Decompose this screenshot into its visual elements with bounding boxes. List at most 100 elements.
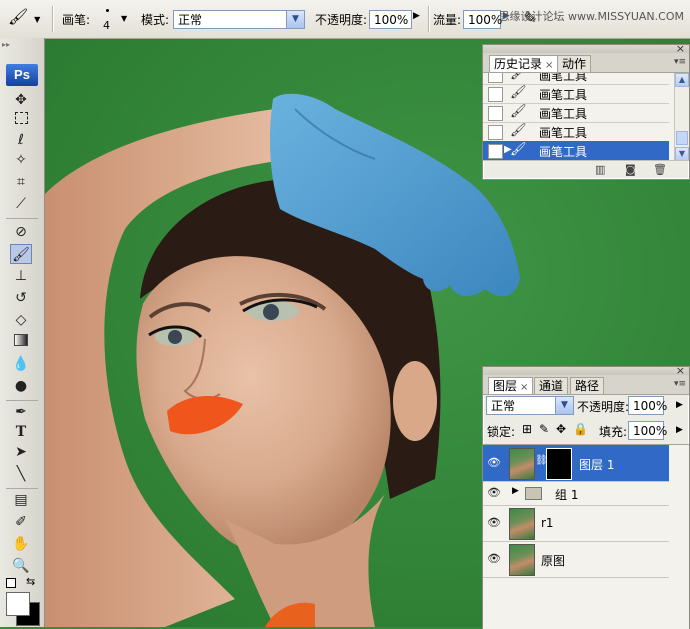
eye-icon[interactable]: 👁 (486, 485, 502, 501)
brush-tool-icon[interactable]: 🖌 (10, 244, 32, 264)
history-source-checkbox[interactable] (488, 73, 503, 83)
lock-transparent-icon[interactable]: ⊞ (522, 422, 532, 436)
separator (428, 6, 430, 32)
history-item[interactable]: 🖌 画笔工具 (483, 84, 669, 104)
layer-opacity-input[interactable]: 100% (628, 396, 667, 415)
history-source-checkbox[interactable] (488, 144, 503, 159)
brush-size-picker[interactable]: 4 ▼ (97, 6, 131, 34)
layer-name: 图层 1 (579, 458, 615, 472)
history-panel: × 历史记录 × 动作 ▾≡ 🖌 画笔工具 🖌 画笔工具 🖌 画笔工具 🖌 画笔… (482, 42, 690, 180)
layer-row-selected[interactable]: 👁 ⛓ 图层 1 (483, 445, 669, 482)
blur-tool-icon[interactable]: 💧 (10, 354, 32, 374)
eye-icon[interactable]: 👁 (486, 515, 502, 531)
foreground-color-swatch[interactable] (6, 592, 30, 616)
lock-image-icon[interactable]: ✎ (539, 422, 549, 436)
new-document-from-state-icon[interactable]: ▥ (595, 163, 605, 176)
history-source-checkbox[interactable] (488, 87, 503, 102)
tab-history[interactable]: 历史记录 × (489, 55, 559, 72)
tab-channels[interactable]: 通道 (534, 377, 569, 394)
fill-input[interactable]: 100% (628, 421, 667, 440)
tab-label: 动作 (562, 57, 587, 71)
panel-titlebar[interactable]: × (483, 42, 689, 55)
new-snapshot-icon[interactable]: ◙ (625, 163, 636, 176)
blend-mode-select[interactable]: 正常 ▼ (486, 396, 574, 415)
flow-label: 流量: (433, 13, 462, 27)
layer-row[interactable]: 👁 原图 (483, 541, 669, 578)
separator (6, 218, 38, 219)
history-item-selected[interactable]: ▶ 🖌 画笔工具 (483, 141, 669, 161)
close-icon[interactable]: × (520, 382, 528, 393)
tab-label: 路径 (575, 379, 600, 393)
eye-icon[interactable]: 👁 (486, 551, 502, 567)
notes-tool-icon[interactable]: ▤ (10, 490, 32, 510)
dodge-tool-icon[interactable]: ● (10, 376, 32, 396)
opacity-arrow-button[interactable]: ▶ (413, 11, 420, 21)
panel-menu-icon[interactable]: ▾≡ (674, 379, 686, 389)
lock-label: 锁定: (487, 425, 516, 439)
layer-row[interactable]: 👁 r1 (483, 505, 669, 542)
path-selection-tool-icon[interactable]: ➤ (10, 442, 32, 462)
crop-tool-icon[interactable]: ⌗ (10, 172, 32, 192)
history-item-label: 画笔工具 (539, 126, 588, 140)
type-tool-icon[interactable]: T (10, 422, 32, 442)
flow-input[interactable]: 100% (463, 10, 502, 29)
trash-icon[interactable]: 🗑 (653, 163, 667, 176)
panel-titlebar[interactable]: × (483, 364, 689, 377)
fill-arrow-button[interactable]: ▶ (676, 425, 683, 435)
lock-all-icon[interactable]: 🔒 (573, 422, 588, 436)
opacity-label: 不透明度: (315, 13, 368, 27)
marquee-tool-icon[interactable] (10, 110, 32, 130)
brush-tip-dot (106, 9, 109, 12)
layer-group-row[interactable]: 👁 ▶ 组 1 (483, 481, 669, 506)
eye-icon[interactable]: 👁 (486, 455, 502, 471)
history-source-checkbox[interactable] (488, 106, 503, 121)
ps-logo[interactable]: Ps (6, 64, 38, 86)
separator (6, 488, 38, 489)
opacity-input[interactable]: 100% (369, 10, 412, 29)
opacity-value: 100% (374, 13, 409, 27)
brush-preset-picker[interactable]: 🖌 ▼ (8, 8, 48, 30)
lasso-tool-icon[interactable]: ℓ (10, 130, 32, 150)
tab-paths[interactable]: 路径 (570, 377, 605, 394)
scroll-up-icon[interactable]: ▲ (675, 73, 689, 87)
layer-name: 组 1 (555, 488, 579, 502)
history-scrollbar[interactable]: ▲ ▼ (674, 73, 689, 161)
history-list: 🖌 画笔工具 🖌 画笔工具 🖌 画笔工具 🖌 画笔工具 ▶ 🖌 画笔工具 ▲ ▼ (483, 73, 689, 161)
scroll-thumb[interactable] (676, 131, 688, 145)
magic-wand-tool-icon[interactable]: ✧ (10, 150, 32, 170)
slice-tool-icon[interactable]: ⟋ (10, 194, 32, 214)
history-source-checkbox[interactable] (488, 125, 503, 140)
history-item-label: 画笔工具 (539, 73, 588, 83)
line-tool-icon[interactable]: ╲ (10, 464, 32, 484)
history-item[interactable]: 🖌 画笔工具 (483, 103, 669, 123)
chevron-right-icon[interactable]: ▶ (512, 486, 519, 496)
clone-stamp-tool-icon[interactable]: ⊥ (10, 266, 32, 286)
zoom-tool-icon[interactable]: 🔍 (10, 556, 32, 576)
hand-tool-icon[interactable]: ✋ (10, 534, 32, 554)
layer-mask-thumbnail[interactable] (546, 448, 572, 480)
swap-colors-icon[interactable]: ⇆ (26, 575, 35, 588)
history-brush-tool-icon[interactable]: ↺ (10, 288, 32, 308)
panel-menu-icon[interactable]: ▾≡ (674, 57, 686, 67)
tab-actions[interactable]: 动作 (557, 55, 592, 72)
scroll-down-icon[interactable]: ▼ (675, 147, 689, 161)
eraser-tool-icon[interactable]: ◇ (10, 310, 32, 330)
toolbox-grip[interactable]: ▸▸ (2, 40, 42, 50)
tab-layers[interactable]: 图层 × (488, 377, 534, 394)
brush-icon: 🖌 (510, 123, 527, 138)
default-colors-icon[interactable] (6, 578, 16, 588)
eyedropper-tool-icon[interactable]: ✐ (10, 512, 32, 532)
lock-position-icon[interactable]: ✥ (556, 422, 566, 436)
layer-name: 原图 (541, 554, 566, 568)
move-tool-icon[interactable]: ✥ (10, 90, 32, 110)
mode-select[interactable]: 正常 ▼ (173, 10, 305, 29)
separator (52, 6, 54, 32)
chevron-down-icon: ▼ (555, 397, 573, 414)
layers-panel: × 图层 × 通道 路径 ▾≡ 正常 ▼ 不透明度: 100% ▶ 锁定: ⊞ ✎… (482, 364, 690, 629)
healing-brush-tool-icon[interactable]: ⊘ (10, 222, 32, 242)
gradient-tool-icon[interactable] (10, 332, 32, 352)
close-icon[interactable]: × (545, 60, 553, 71)
pen-tool-icon[interactable]: ✒ (10, 402, 32, 422)
opacity-arrow-button[interactable]: ▶ (676, 400, 683, 410)
history-item[interactable]: 🖌 画笔工具 (483, 122, 669, 142)
